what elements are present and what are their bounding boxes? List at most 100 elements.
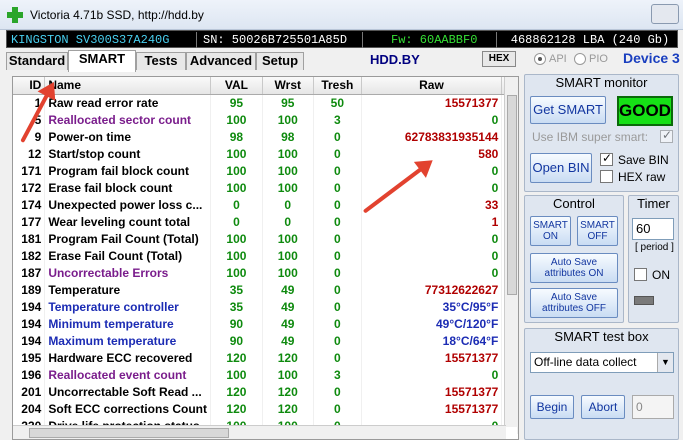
get-smart-button[interactable]: Get SMART [530, 96, 606, 124]
cell-name: Uncorrectable Soft Read ... [44, 383, 212, 400]
tab-standard[interactable]: Standard [6, 52, 68, 70]
cell-wrst: 0 [262, 213, 314, 230]
col-wrst[interactable]: Wrst [262, 77, 314, 95]
cell-val: 100 [210, 230, 263, 247]
cell-val: 100 [210, 111, 263, 128]
cell-tresh: 50 [313, 94, 362, 111]
col-name[interactable]: Name [44, 77, 212, 95]
table-row[interactable]: 9Power-on time9898062783831935144· [13, 128, 518, 145]
test-type-value: Off-line data collect [534, 355, 637, 369]
cell-val: 0 [210, 196, 263, 213]
cell-val: 35 [210, 298, 263, 315]
table-row[interactable]: 196Reallocated event count10010030· [13, 366, 518, 383]
table-row[interactable]: 187Uncorrectable Errors10010000· [13, 264, 518, 281]
cell-val: 95 [210, 94, 263, 111]
table-row[interactable]: 204 Soft ECC corrections Count 120 120 0 1557… [13, 400, 518, 417]
api-radio[interactable] [534, 53, 546, 65]
api-radio-label: API [549, 53, 567, 65]
ibm-super-smart-checkbox[interactable] [660, 128, 673, 143]
cell-tresh: 0 [313, 315, 362, 332]
table-row[interactable]: 195 Hardware ECC recovered 120 120 0 15571377… [13, 349, 518, 366]
cell-raw: 15571377 [361, 349, 503, 366]
cell-raw: 62783831935144 [361, 128, 503, 145]
save-bin-checkbox[interactable] [600, 151, 613, 166]
table-row[interactable]: 181Program Fail Count (Total)10010000· [13, 230, 518, 247]
table-row[interactable]: 201 Uncorrectable Soft Read ... 120 120 0 155… [13, 383, 518, 400]
open-bin-button[interactable]: Open BIN [530, 153, 592, 183]
cell-wrst: 100 [262, 264, 314, 281]
timer-on-label: ON [652, 268, 670, 282]
cell-raw: 35°C/95°F [361, 298, 503, 315]
test-type-select[interactable]: Off-line data collect ▼ [530, 352, 674, 373]
drive-capacity: 468862128 LBA (240 Gb) [510, 33, 670, 47]
cell-val: 35 [210, 281, 263, 298]
smart-attributes-table[interactable]: ID Name VAL Wrst Tresh Raw H 1Raw read e… [12, 76, 519, 440]
cell-raw: 0 [361, 247, 503, 264]
cell-val: 98 [210, 128, 263, 145]
table-row[interactable]: 1Raw read error rate95955015571377· [13, 94, 518, 111]
chevron-down-icon[interactable]: ▼ [657, 353, 673, 372]
vertical-scrollbar[interactable] [504, 77, 518, 427]
cell-name: Unexpected power loss c... [44, 196, 212, 213]
autosave-on-button[interactable]: Auto Save attributes ON [530, 253, 618, 283]
cell-tresh: 0 [313, 213, 362, 230]
close-button[interactable] [651, 4, 679, 24]
vertical-scroll-thumb[interactable] [507, 95, 517, 295]
cell-id: 172 [13, 179, 46, 196]
tab-tests[interactable]: Tests [136, 52, 186, 70]
begin-button[interactable]: Begin [530, 395, 574, 419]
tab-advanced[interactable]: Advanced [186, 52, 256, 70]
site-label: HDD.BY [370, 52, 420, 67]
cell-raw: 0 [361, 366, 503, 383]
cell-raw: 0 [361, 179, 503, 196]
tab-smart[interactable]: SMART [68, 50, 136, 72]
cell-raw: 49°C/120°F [361, 315, 503, 332]
pio-radio[interactable] [574, 53, 586, 65]
table-row[interactable]: 194Maximum temperature9049018°C/64°F· [13, 332, 518, 349]
table-row[interactable]: 194Minimum temperature9049049°C/120°F· [13, 315, 518, 332]
smart-off-button[interactable]: SMART OFF [577, 216, 618, 246]
col-tresh[interactable]: Tresh [313, 77, 362, 95]
abort-button[interactable]: Abort [581, 395, 625, 419]
cell-wrst: 95 [262, 94, 314, 111]
cell-id: 194 [13, 315, 46, 332]
cell-tresh: 3 [313, 111, 362, 128]
cell-id: 174 [13, 196, 46, 213]
table-row[interactable]: 177Wear leveling count total0001· [13, 213, 518, 230]
table-row[interactable]: 189Temperature3549077312622627· [13, 281, 518, 298]
cell-name: Program fail block count [44, 162, 212, 179]
timer-on-checkbox[interactable] [634, 268, 647, 281]
table-row[interactable]: 194Temperature controller3549035°C/95°F· [13, 298, 518, 315]
timer-title: Timer [637, 196, 670, 211]
col-val[interactable]: VAL [210, 77, 263, 95]
cell-id: 189 [13, 281, 46, 298]
table-row[interactable]: 171Program fail block count10010000· [13, 162, 518, 179]
title-bar: Victoria 4.71b SSD, http://hdd.by [0, 0, 683, 30]
pio-radio-label: PIO [589, 53, 608, 65]
autosave-off-button[interactable]: Auto Save attributes OFF [530, 288, 618, 318]
table-row[interactable]: 174Unexpected power loss c...00033· [13, 196, 518, 213]
table-row[interactable]: 12Start/stop count1001000580· [13, 145, 518, 162]
cell-id: 194 [13, 298, 46, 315]
cell-tresh: 0 [313, 162, 362, 179]
cell-name: Erase fail block count [44, 179, 212, 196]
col-raw[interactable]: Raw [361, 77, 503, 95]
test-progress-input[interactable]: 0 [632, 395, 674, 419]
smart-on-button[interactable]: SMART ON [530, 216, 571, 246]
table-row[interactable]: 182Erase Fail Count (Total)10010000· [13, 247, 518, 264]
cell-tresh: 0 [313, 230, 362, 247]
timer-input[interactable]: 60 [632, 218, 674, 240]
horizontal-scroll-thumb[interactable] [29, 428, 229, 438]
tab-setup[interactable]: Setup [256, 52, 304, 70]
smart-test-box-panel: SMART test box [524, 328, 679, 440]
cell-wrst: 100 [262, 366, 314, 383]
cell-wrst: 120 [262, 400, 314, 417]
hex-button[interactable]: HEX [482, 51, 516, 67]
table-row[interactable]: 5Reallocated sector count10010030· [13, 111, 518, 128]
hex-raw-checkbox[interactable] [600, 170, 613, 183]
table-row[interactable]: 172Erase fail block count10010000· [13, 179, 518, 196]
cell-tresh: 0 [313, 264, 362, 281]
window-title: Victoria 4.71b SSD, http://hdd.by [30, 8, 204, 22]
cell-tresh: 0 [313, 128, 362, 145]
horizontal-scrollbar[interactable] [13, 425, 506, 439]
